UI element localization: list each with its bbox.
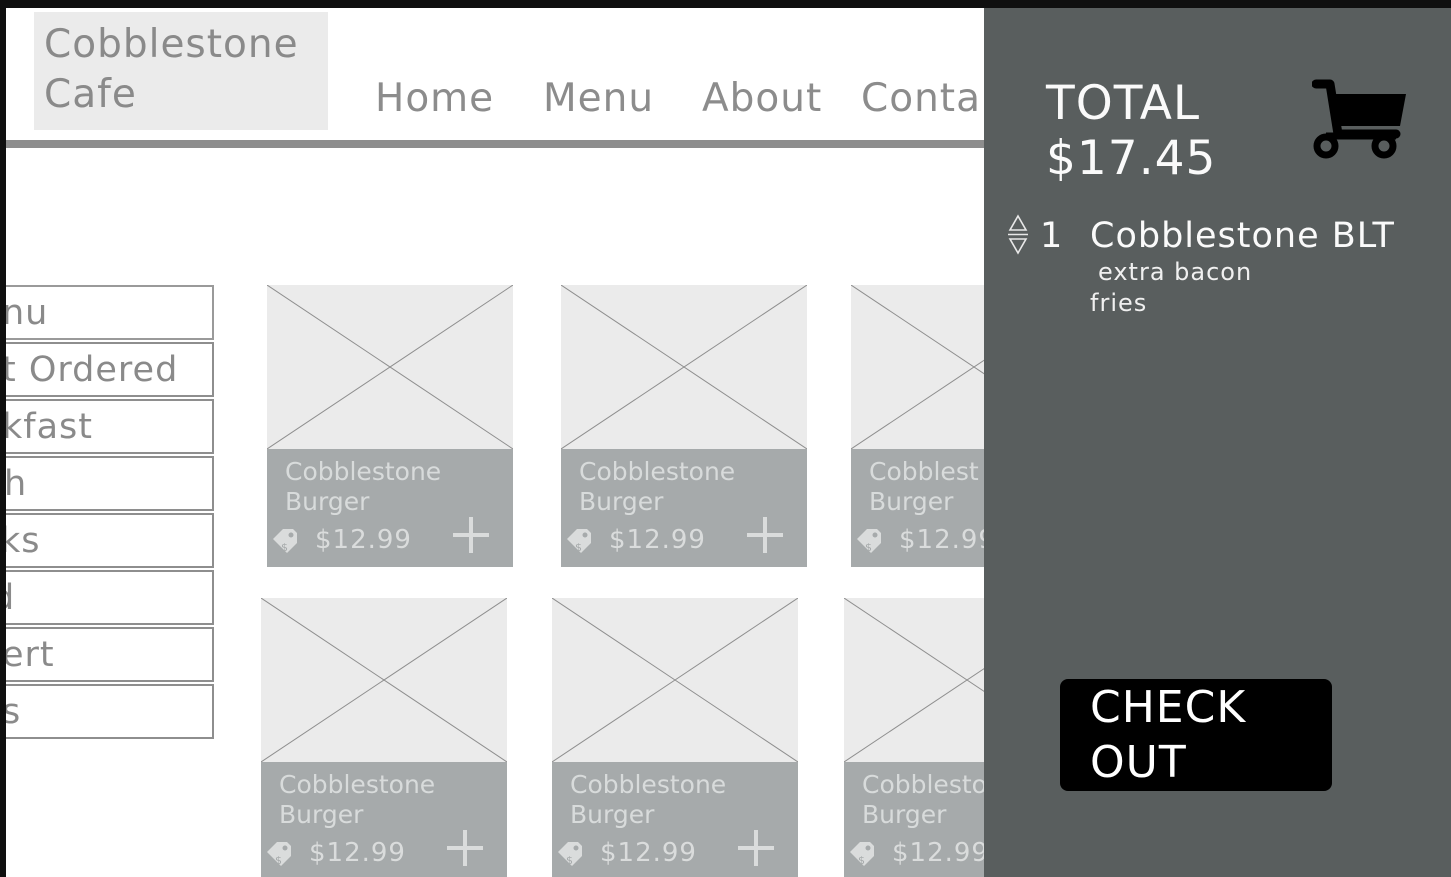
menu-item-price: $12.99 xyxy=(609,525,706,555)
sidebar-item-previously-ordered[interactable]: t Ordered xyxy=(6,342,214,397)
svg-text:$: $ xyxy=(865,541,872,554)
sidebar-item-label: ks xyxy=(6,520,41,561)
menu-item-name: Cobblestone Burger xyxy=(570,770,790,830)
image-placeholder xyxy=(267,285,513,449)
menu-item-card[interactable]: Cobblestone Burger $ $12.99 xyxy=(552,598,798,877)
nav-contact-link[interactable]: Conta xyxy=(861,76,981,121)
logo-line-2: Cafe xyxy=(44,72,137,117)
sidebar-item-drinks[interactable]: ks xyxy=(6,513,214,568)
cart-item-qty: 1 xyxy=(1040,216,1063,256)
image-placeholder xyxy=(261,598,507,762)
menu-item-price: $12.99 xyxy=(899,525,996,555)
sidebar-item-label: t Ordered xyxy=(6,349,179,390)
menu-item-name: Cobblestone Burger xyxy=(579,457,799,517)
menu-item-info: Cobblestone Burger $ $12.99 xyxy=(552,762,798,877)
cart-item-modifier: fries xyxy=(1090,289,1148,317)
sidebar-item-lunch[interactable]: h xyxy=(6,456,214,511)
menu-item-name-line-2: Burger xyxy=(285,487,370,516)
category-sidebar: nu t Ordered kfast h ks d ert s xyxy=(6,285,214,741)
logo-line-1: Cobblestone xyxy=(44,22,299,67)
price-tag-icon: $ xyxy=(567,529,591,554)
menu-item-info: Cobblestone Burger $ $12.99 xyxy=(261,762,507,877)
sidebar-item-menu[interactable]: nu xyxy=(6,285,214,340)
sidebar-item-label: h xyxy=(6,463,28,504)
svg-text:$: $ xyxy=(275,854,282,867)
sidebar-item-label: kfast xyxy=(6,406,93,447)
add-to-cart-icon[interactable] xyxy=(445,828,485,868)
quantity-stepper[interactable] xyxy=(1008,214,1028,258)
cart-item-modifier: extra bacon xyxy=(1098,258,1253,286)
checkout-label-line-1: CHECK xyxy=(1090,682,1247,733)
sidebar-item-label: nu xyxy=(6,292,49,333)
sidebar-item-label: ert xyxy=(6,634,55,675)
svg-text:$: $ xyxy=(281,541,288,554)
shopping-cart-icon[interactable] xyxy=(1312,74,1408,162)
menu-item-name-line-2: Burger xyxy=(570,800,655,829)
checkout-label-line-2: OUT xyxy=(1090,737,1187,788)
image-placeholder xyxy=(552,598,798,762)
sidebar-item-label: d xyxy=(6,578,15,618)
menu-item-info: Cobblestone Burger $ $12.99 xyxy=(267,449,513,567)
sidebar-item-sides[interactable]: s xyxy=(6,684,214,739)
add-to-cart-icon[interactable] xyxy=(745,515,785,555)
menu-item-price: $12.99 xyxy=(309,838,406,868)
price-tag-icon: $ xyxy=(558,842,582,867)
menu-item-name: Cobblestone Burger xyxy=(279,770,499,830)
cafe-logo[interactable]: Cobblestone Cafe xyxy=(34,12,328,130)
sidebar-item-dessert[interactable]: ert xyxy=(6,627,214,682)
nav-about-link[interactable]: About xyxy=(702,76,822,121)
menu-item-card[interactable]: Cobblestone Burger $ $12.99 xyxy=(261,598,507,877)
price-tag-icon: $ xyxy=(857,529,881,554)
menu-item-name: Cobblestone Burger xyxy=(285,457,505,517)
svg-text:$: $ xyxy=(858,854,865,867)
sidebar-item-label: s xyxy=(6,692,21,732)
nav-menu-link[interactable]: Menu xyxy=(543,76,654,121)
cart-item-name[interactable]: Cobblestone BLT xyxy=(1090,216,1395,256)
svg-text:$: $ xyxy=(566,854,573,867)
checkout-button[interactable]: CHECK OUT xyxy=(1060,679,1332,791)
menu-item-info: Cobblestone Burger $ $12.99 xyxy=(561,449,807,567)
menu-item-price: $12.99 xyxy=(315,525,412,555)
app-window: Cobblestone Cafe Home Menu About Conta n… xyxy=(0,0,1451,877)
menu-item-name-line-1: Cobblestone xyxy=(579,457,736,486)
header-divider xyxy=(6,140,986,148)
menu-item-card[interactable]: Cobblestone Burger $ $12.99 xyxy=(267,285,513,567)
add-to-cart-icon[interactable] xyxy=(736,828,776,868)
price-tag-icon: $ xyxy=(273,529,297,554)
nav-home-link[interactable]: Home xyxy=(375,76,494,121)
svg-text:$: $ xyxy=(575,541,582,554)
total-label: TOTAL xyxy=(1046,76,1201,131)
menu-item-price: $12.99 xyxy=(600,838,697,868)
menu-item-name-line-1: Cobblestone xyxy=(285,457,442,486)
menu-item-card[interactable]: Cobblestone Burger $ $12.99 xyxy=(561,285,807,567)
logo-text: Cobblestone Cafe xyxy=(44,20,299,120)
menu-item-name-line-2: Burger xyxy=(279,800,364,829)
menu-item-name-line-1: Cobblestone xyxy=(570,770,727,799)
menu-item-name-line-1: Cobblestone xyxy=(279,770,436,799)
sidebar-item-breakfast[interactable]: kfast xyxy=(6,399,214,454)
price-tag-icon: $ xyxy=(850,842,874,867)
total-amount: $17.45 xyxy=(1046,131,1217,186)
cart-panel: TOTAL $17.45 1 Cobblestone BLT extra bac… xyxy=(984,8,1451,877)
add-to-cart-icon[interactable] xyxy=(451,515,491,555)
image-placeholder xyxy=(561,285,807,449)
sidebar-item-kids[interactable]: d xyxy=(6,570,214,625)
price-tag-icon: $ xyxy=(267,842,291,867)
menu-item-price: $12.99 xyxy=(892,838,989,868)
menu-item-name-line-2: Burger xyxy=(579,487,664,516)
